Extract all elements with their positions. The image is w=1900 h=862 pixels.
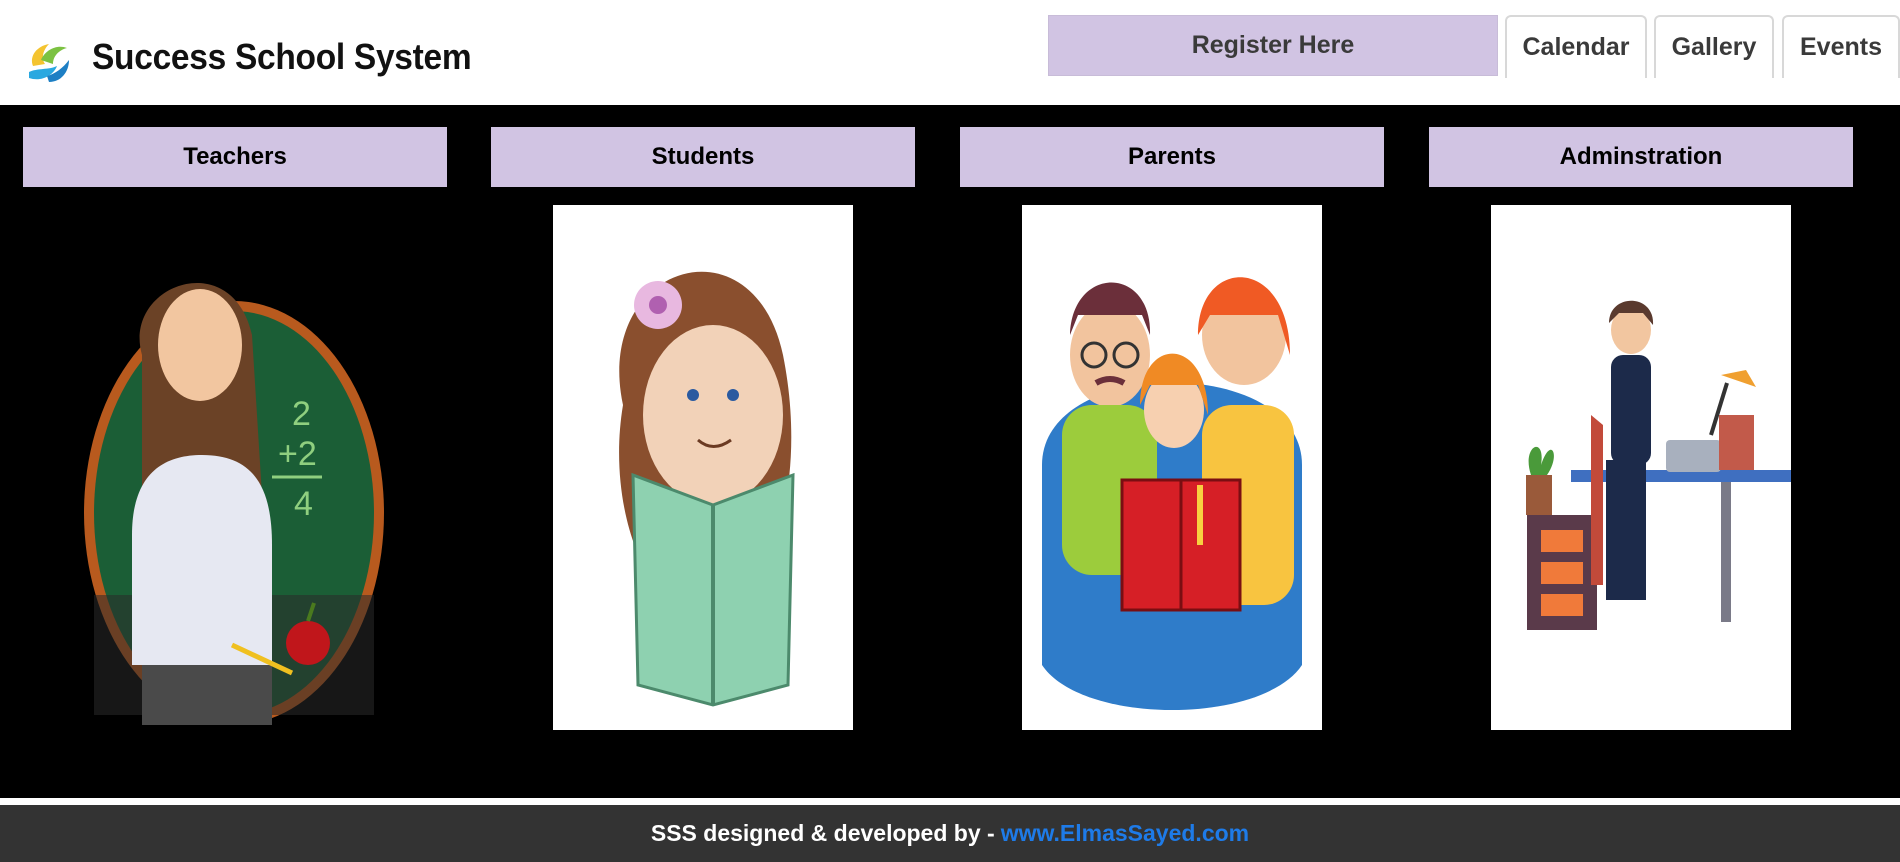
category-parents: Parents — [960, 127, 1384, 187]
site-title[interactable]: Success School System — [92, 36, 472, 78]
students-button[interactable]: Students — [491, 127, 915, 187]
svg-text:+2: +2 — [278, 435, 317, 473]
developer-link[interactable]: www.ElmasSayed.com — [1001, 820, 1249, 847]
site-header: Success School System Register Here Cale… — [0, 0, 1900, 105]
site-footer: SSS designed & developed by - www.ElmasS… — [0, 805, 1900, 862]
parents-image[interactable] — [1022, 205, 1322, 730]
svg-text:4: 4 — [294, 485, 313, 523]
category-students: Students — [491, 127, 915, 187]
category-panel: Teachers 2 +2 4 Students Parents Adminst… — [0, 105, 1900, 798]
svg-text:2: 2 — [292, 395, 311, 433]
tab-gallery[interactable]: Gallery — [1654, 15, 1774, 78]
teachers-button[interactable]: Teachers — [23, 127, 447, 187]
footer-credit-text: SSS designed & developed by - — [650, 820, 995, 846]
tab-events[interactable]: Events — [1782, 15, 1900, 78]
adminstration-button[interactable]: Adminstration — [1429, 127, 1853, 187]
student-illustration — [619, 271, 795, 707]
category-teachers: Teachers — [23, 127, 447, 187]
teacher-illustration[interactable]: 2 +2 4 — [82, 225, 392, 755]
parents-illustration — [1042, 277, 1302, 710]
school-logo-icon[interactable] — [23, 36, 75, 86]
administrator-illustration — [1526, 300, 1791, 630]
parents-button[interactable]: Parents — [960, 127, 1384, 187]
tab-calendar[interactable]: Calendar — [1505, 15, 1647, 78]
adminstration-image[interactable] — [1491, 205, 1791, 730]
register-button[interactable]: Register Here — [1048, 15, 1498, 76]
category-adminstration: Adminstration — [1429, 127, 1853, 187]
student-image[interactable] — [553, 205, 853, 730]
